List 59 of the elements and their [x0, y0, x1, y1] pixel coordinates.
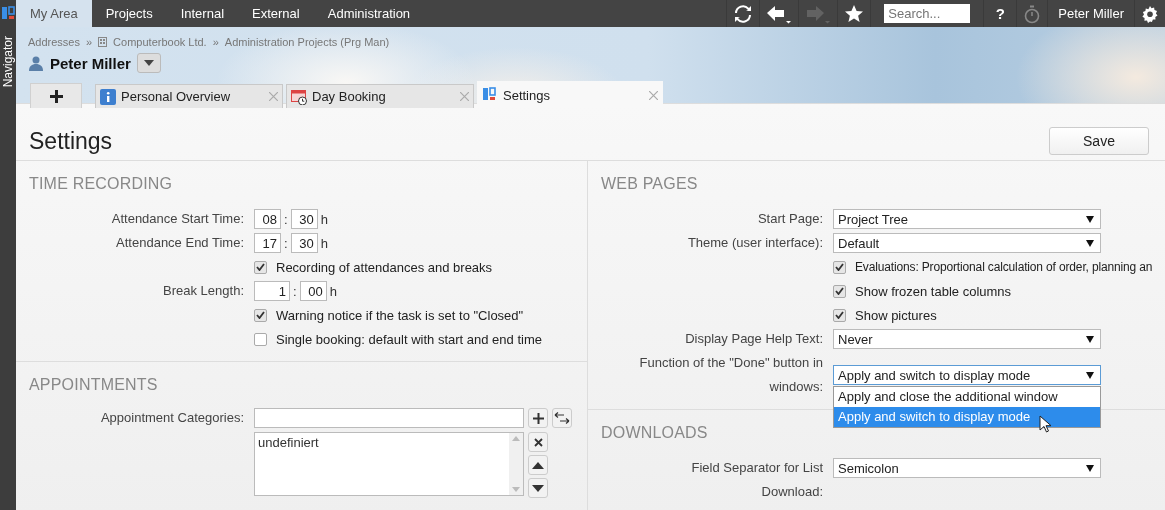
tab[interactable]: Day Booking — [286, 84, 474, 108]
checkbox-label: Evaluations: Proportional calculation of order, planning an — [855, 260, 1153, 274]
unit-label: h — [320, 235, 328, 251]
breadcrumb-link[interactable]: Computerbook Ltd. — [113, 36, 207, 48]
dropdown[interactable]: Semicolon — [833, 458, 1101, 478]
field-label: Attendance End Time: — [115, 234, 244, 252]
field-label: Download: — [760, 483, 823, 501]
help-button[interactable]: ? — [990, 5, 1011, 22]
section-heading: APPOINTMENTS — [29, 376, 159, 394]
checkbox-label: Show pictures — [855, 307, 937, 323]
checkbox-label: Warning notice if the task is set to "Closed" — [276, 307, 524, 323]
minutes-field[interactable]: 00 — [299, 281, 327, 301]
hours-field[interactable]: 17 — [254, 233, 281, 253]
unit-label: h — [320, 211, 328, 227]
navigator-label[interactable]: Navigator — [1, 36, 15, 88]
menu-tab[interactable]: Projects — [91, 0, 167, 27]
field-label: Start Page: — [756, 210, 823, 228]
hours-field[interactable]: 1 — [254, 281, 290, 301]
menu-tab[interactable]: Administration — [313, 0, 425, 27]
checkbox-label: Single booking: default with start and end time — [276, 331, 542, 347]
menu-tab[interactable]: External — [238, 0, 314, 27]
dropdown[interactable]: Apply and switch to display mode — [833, 365, 1101, 385]
search-field[interactable]: Search... — [884, 4, 971, 23]
section-heading: TIME RECORDING — [29, 175, 174, 193]
list-box[interactable]: undefiniert — [254, 432, 524, 496]
list-item[interactable]: undefiniert — [258, 435, 506, 450]
save-button[interactable]: Save — [1049, 127, 1149, 155]
hours-field[interactable]: 08 — [254, 209, 281, 229]
checkbox-label: Show frozen table columns — [855, 283, 1012, 299]
field-label: Break Length: — [162, 282, 244, 300]
field-label: Attendance Start Time: — [110, 210, 244, 228]
field-label: Display Page Help Text: — [684, 330, 823, 348]
breadcrumb-link[interactable]: Administration Projects (Prg Man) — [224, 36, 390, 48]
person-name: Peter Miller — [50, 54, 131, 72]
section-heading: WEB PAGES — [601, 175, 699, 193]
breadcrumb-separator: » — [212, 36, 219, 48]
tab[interactable]: Personal Overview — [95, 84, 283, 108]
minutes-field[interactable]: 30 — [290, 233, 318, 253]
user-name[interactable]: Peter Miller — [1054, 6, 1128, 21]
dropdown-option[interactable]: Apply and close the additional window — [834, 387, 1100, 407]
menu-tab[interactable]: My Area — [16, 0, 92, 27]
unit-label: h — [329, 283, 337, 299]
time-separator: : — [293, 283, 297, 299]
checkbox-label: Recording of attendances and breaks — [276, 259, 493, 275]
breadcrumb-link[interactable]: Addresses — [28, 36, 80, 48]
field-label: Theme (user interface): — [686, 234, 823, 252]
field-label: Field Separator for List — [690, 459, 823, 477]
field-label: Appointment Categories: — [99, 409, 244, 427]
time-separator: : — [284, 235, 288, 251]
menu-tab[interactable]: Internal — [166, 0, 239, 27]
minutes-field[interactable]: 30 — [290, 209, 318, 229]
page-title: Settings — [29, 127, 113, 155]
section-heading: DOWNLOADS — [601, 424, 709, 442]
dropdown[interactable]: Project Tree — [833, 209, 1101, 229]
dropdown[interactable]: Default — [833, 233, 1101, 253]
breadcrumb-separator: » — [86, 36, 93, 48]
dropdown[interactable]: Never — [833, 329, 1101, 349]
field-label: Function of the "Done" button in windows: — [638, 354, 823, 396]
time-separator: : — [284, 211, 288, 227]
